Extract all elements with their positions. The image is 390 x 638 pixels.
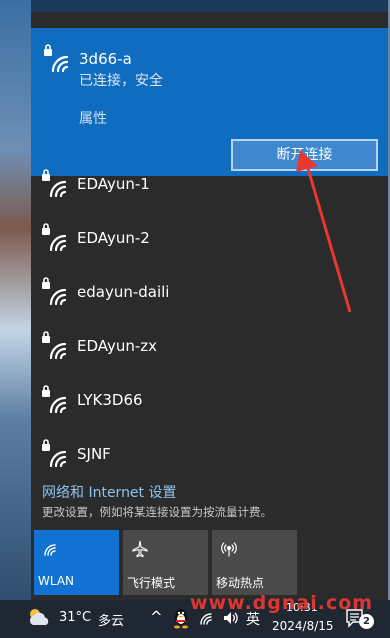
network-settings-link[interactable]: 网络和 Internet 设置 — [42, 482, 177, 502]
watermark: www.dgnai.com — [190, 592, 374, 614]
connection-status: 已连接，安全 — [79, 73, 163, 89]
network-name: EDAyun-zx — [77, 337, 158, 355]
network-settings-description: 更改设置，例如将某连接设置为按流量计费。 — [42, 505, 272, 519]
wifi-icon — [42, 540, 60, 558]
secured-wifi-icon — [41, 44, 73, 76]
connected-network-name: 3d66-a — [79, 50, 132, 68]
mobile-hotspot-tile[interactable]: 移动热点 — [212, 530, 297, 595]
network-item[interactable]: SJNF — [31, 429, 388, 483]
weather-temperature[interactable]: 31°C — [59, 610, 91, 625]
network-name: EDAyun-2 — [77, 229, 150, 247]
airplane-mode-tile[interactable]: 飞行模式 — [123, 530, 208, 595]
network-item[interactable]: edayun-daili — [31, 267, 388, 321]
secured-wifi-icon — [39, 439, 71, 471]
clock-date[interactable]: 2024/8/15 — [272, 619, 334, 633]
network-item[interactable]: EDAyun-2 — [31, 213, 388, 267]
secured-wifi-icon — [39, 169, 71, 201]
cloudy-weather-icon[interactable] — [26, 606, 52, 628]
network-flyout: 3d66-a 已连接，安全 属性 断开连接 EDAyun-1 EDAyun-2 … — [31, 12, 388, 600]
notification-count-badge: 2 — [359, 614, 374, 629]
connected-network[interactable]: 3d66-a 已连接，安全 属性 断开连接 — [31, 28, 388, 176]
weather-condition[interactable]: 多云 — [98, 610, 124, 629]
tile-label: 移动热点 — [216, 576, 265, 590]
hotspot-icon — [220, 540, 238, 558]
tile-label: WLAN — [38, 574, 75, 588]
network-name: EDAyun-1 — [77, 175, 150, 193]
secured-wifi-icon — [39, 277, 71, 309]
network-name: edayun-daili — [77, 283, 170, 301]
tile-label: 飞行模式 — [127, 576, 176, 590]
desktop-wallpaper — [0, 0, 31, 600]
network-name: LYK3D66 — [77, 391, 143, 409]
qq-penguin-icon[interactable] — [172, 607, 190, 629]
airplane-icon — [131, 540, 149, 558]
secured-wifi-icon — [39, 223, 71, 255]
properties-link[interactable]: 属性 — [79, 108, 107, 128]
network-item[interactable]: LYK3D66 — [31, 375, 388, 429]
secured-wifi-icon — [39, 385, 71, 417]
wlan-tile[interactable]: WLAN — [34, 530, 119, 595]
network-name: SJNF — [77, 445, 111, 463]
network-item[interactable]: EDAyun-1 — [31, 159, 388, 213]
network-item[interactable]: EDAyun-zx — [31, 321, 388, 375]
secured-wifi-icon — [39, 331, 71, 363]
show-hidden-icons-chevron-icon[interactable]: ^ — [150, 608, 163, 626]
